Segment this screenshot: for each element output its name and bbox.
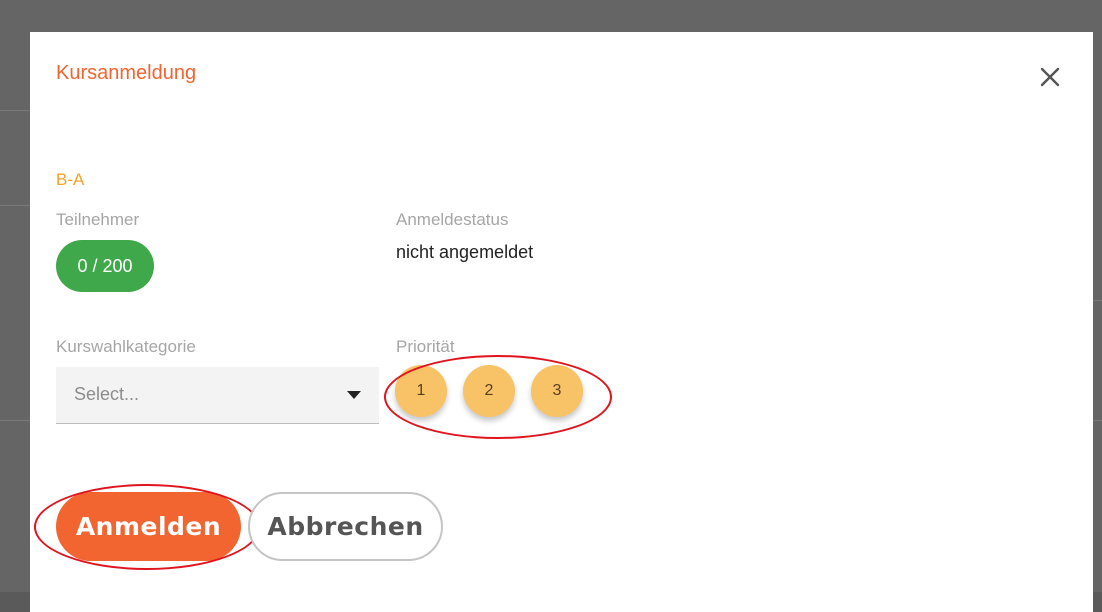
close-icon[interactable] [1035, 62, 1065, 92]
backdrop-divider [1093, 300, 1102, 301]
category-select[interactable]: Select... [56, 367, 379, 424]
course-registration-dialog: Kursanmeldung B-A Teilnehmer 0 / 200 Anm… [30, 32, 1093, 612]
dialog-title: Kursanmeldung [56, 62, 197, 84]
course-code: B-A [56, 170, 85, 189]
participants-count-badge: 0 / 200 [56, 240, 154, 292]
priority-option-1[interactable]: 1 [395, 365, 447, 417]
priority-label: Priorität [396, 337, 455, 356]
priority-option-2[interactable]: 2 [463, 365, 515, 417]
participants-label: Teilnehmer [56, 210, 140, 229]
backdrop-divider [1093, 420, 1102, 421]
chevron-down-icon [347, 391, 361, 399]
backdrop-divider [0, 420, 30, 421]
backdrop-divider [0, 110, 30, 111]
priority-option-3[interactable]: 3 [531, 365, 583, 417]
category-select-placeholder: Select... [74, 384, 140, 404]
status-label: Anmeldestatus [396, 210, 509, 229]
category-label: Kurswahlkategorie [56, 337, 196, 356]
status-value: nicht angemeldet [396, 242, 534, 262]
backdrop-divider [0, 205, 30, 206]
cancel-button[interactable]: Abbrechen [248, 492, 443, 561]
register-button[interactable]: Anmelden [56, 492, 241, 561]
